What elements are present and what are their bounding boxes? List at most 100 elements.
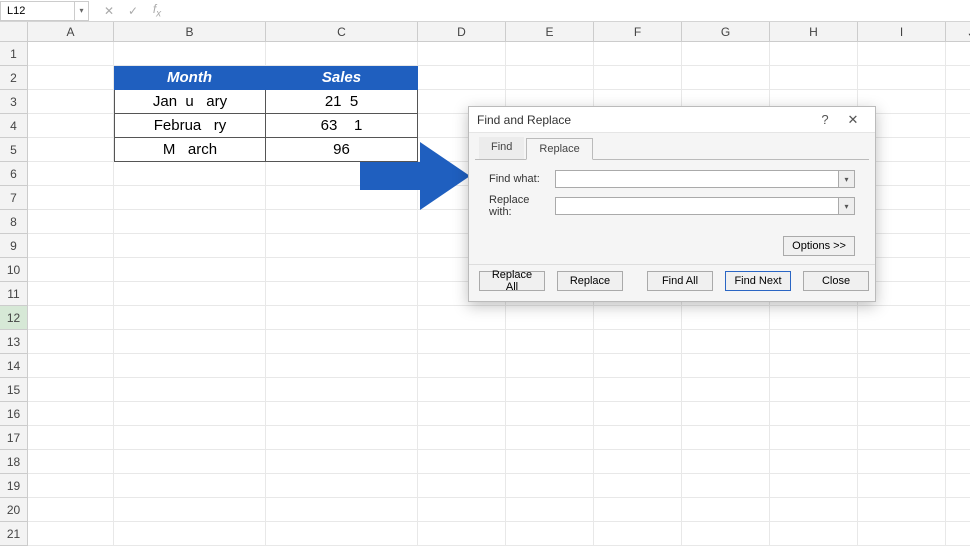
- spreadsheet-grid[interactable]: ABCDEFGHIJ 12345678910111213141516171819…: [0, 22, 970, 546]
- cell-J12[interactable]: [946, 306, 970, 330]
- cell-J21[interactable]: [946, 522, 970, 546]
- cell-J17[interactable]: [946, 426, 970, 450]
- cell-J6[interactable]: [946, 162, 970, 186]
- cell-C1[interactable]: [266, 42, 418, 66]
- find-all-button[interactable]: Find All: [647, 271, 713, 291]
- cell-G20[interactable]: [682, 498, 770, 522]
- select-all-corner[interactable]: [0, 22, 28, 42]
- cell-A21[interactable]: [28, 522, 114, 546]
- cell-H17[interactable]: [770, 426, 858, 450]
- cell-C2[interactable]: Sales: [266, 66, 418, 90]
- cell-B11[interactable]: [114, 282, 266, 306]
- cell-H21[interactable]: [770, 522, 858, 546]
- cell-A14[interactable]: [28, 354, 114, 378]
- cell-B1[interactable]: [114, 42, 266, 66]
- cell-C8[interactable]: [266, 210, 418, 234]
- cell-B4[interactable]: Februa ry: [114, 114, 266, 138]
- row-header-17[interactable]: 17: [0, 426, 28, 450]
- cell-B17[interactable]: [114, 426, 266, 450]
- row-header-6[interactable]: 6: [0, 162, 28, 186]
- tab-find[interactable]: Find: [479, 137, 524, 159]
- cell-B19[interactable]: [114, 474, 266, 498]
- name-box[interactable]: L12: [0, 1, 75, 21]
- cell-A3[interactable]: [28, 90, 114, 114]
- row-header-5[interactable]: 5: [0, 138, 28, 162]
- cell-D17[interactable]: [418, 426, 506, 450]
- replace-button[interactable]: Replace: [557, 271, 623, 291]
- cell-G16[interactable]: [682, 402, 770, 426]
- row-header-4[interactable]: 4: [0, 114, 28, 138]
- cell-G1[interactable]: [682, 42, 770, 66]
- cell-B20[interactable]: [114, 498, 266, 522]
- cell-I1[interactable]: [858, 42, 946, 66]
- cell-C16[interactable]: [266, 402, 418, 426]
- cell-H19[interactable]: [770, 474, 858, 498]
- cell-F20[interactable]: [594, 498, 682, 522]
- cell-A13[interactable]: [28, 330, 114, 354]
- cell-J2[interactable]: [946, 66, 970, 90]
- tab-replace[interactable]: Replace: [526, 138, 592, 160]
- cell-A5[interactable]: [28, 138, 114, 162]
- row-header-20[interactable]: 20: [0, 498, 28, 522]
- replace-all-button[interactable]: Replace All: [479, 271, 545, 291]
- row-header-14[interactable]: 14: [0, 354, 28, 378]
- cell-I14[interactable]: [858, 354, 946, 378]
- cell-D16[interactable]: [418, 402, 506, 426]
- cell-B2[interactable]: Month: [114, 66, 266, 90]
- cell-H15[interactable]: [770, 378, 858, 402]
- cell-F16[interactable]: [594, 402, 682, 426]
- cell-I16[interactable]: [858, 402, 946, 426]
- cell-G19[interactable]: [682, 474, 770, 498]
- cell-D2[interactable]: [418, 66, 506, 90]
- name-box-dropdown[interactable]: ▾: [75, 1, 89, 21]
- cell-E2[interactable]: [506, 66, 594, 90]
- cell-A15[interactable]: [28, 378, 114, 402]
- cell-C20[interactable]: [266, 498, 418, 522]
- row-header-1[interactable]: 1: [0, 42, 28, 66]
- cell-F2[interactable]: [594, 66, 682, 90]
- row-header-19[interactable]: 19: [0, 474, 28, 498]
- row-header-3[interactable]: 3: [0, 90, 28, 114]
- cell-E1[interactable]: [506, 42, 594, 66]
- column-header-g[interactable]: G: [682, 22, 770, 42]
- column-header-i[interactable]: I: [858, 22, 946, 42]
- cell-E18[interactable]: [506, 450, 594, 474]
- cell-J18[interactable]: [946, 450, 970, 474]
- cell-C11[interactable]: [266, 282, 418, 306]
- cell-G15[interactable]: [682, 378, 770, 402]
- cell-D21[interactable]: [418, 522, 506, 546]
- cell-J1[interactable]: [946, 42, 970, 66]
- cell-J16[interactable]: [946, 402, 970, 426]
- cell-I17[interactable]: [858, 426, 946, 450]
- cell-D13[interactable]: [418, 330, 506, 354]
- column-header-d[interactable]: D: [418, 22, 506, 42]
- cell-G18[interactable]: [682, 450, 770, 474]
- cell-C7[interactable]: [266, 186, 418, 210]
- cell-B5[interactable]: M arch: [114, 138, 266, 162]
- row-header-7[interactable]: 7: [0, 186, 28, 210]
- row-header-16[interactable]: 16: [0, 402, 28, 426]
- cell-I15[interactable]: [858, 378, 946, 402]
- cell-F18[interactable]: [594, 450, 682, 474]
- cell-A4[interactable]: [28, 114, 114, 138]
- cell-J5[interactable]: [946, 138, 970, 162]
- cell-C3[interactable]: 21 5: [266, 90, 418, 114]
- cell-J7[interactable]: [946, 186, 970, 210]
- cell-J13[interactable]: [946, 330, 970, 354]
- cell-H20[interactable]: [770, 498, 858, 522]
- cell-E14[interactable]: [506, 354, 594, 378]
- row-header-9[interactable]: 9: [0, 234, 28, 258]
- cell-J3[interactable]: [946, 90, 970, 114]
- row-header-11[interactable]: 11: [0, 282, 28, 306]
- column-header-c[interactable]: C: [266, 22, 418, 42]
- cell-B3[interactable]: Jan u ary: [114, 90, 266, 114]
- column-header-e[interactable]: E: [506, 22, 594, 42]
- row-header-15[interactable]: 15: [0, 378, 28, 402]
- cell-B9[interactable]: [114, 234, 266, 258]
- cell-A2[interactable]: [28, 66, 114, 90]
- cell-D20[interactable]: [418, 498, 506, 522]
- cell-J15[interactable]: [946, 378, 970, 402]
- cell-I13[interactable]: [858, 330, 946, 354]
- cell-A18[interactable]: [28, 450, 114, 474]
- cell-I19[interactable]: [858, 474, 946, 498]
